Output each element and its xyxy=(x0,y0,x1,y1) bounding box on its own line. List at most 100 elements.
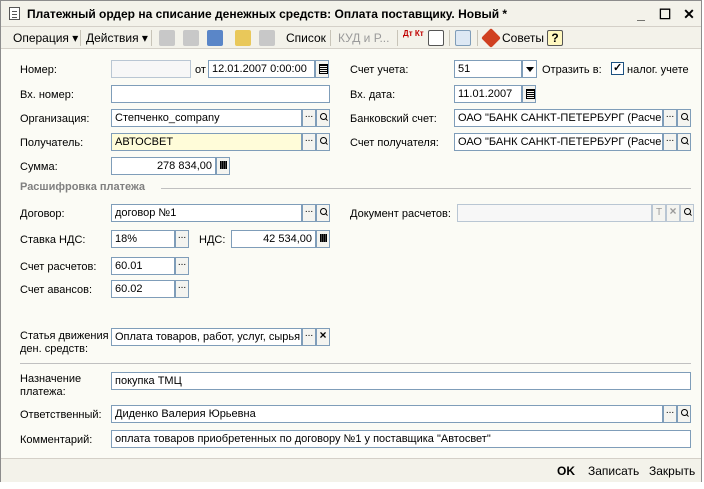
organization-label: Организация: xyxy=(20,113,90,125)
copy-icon[interactable] xyxy=(183,30,199,46)
calculator-icon[interactable] xyxy=(316,230,330,248)
ok-button[interactable]: OK xyxy=(557,463,575,479)
structure-icon[interactable] xyxy=(455,30,471,46)
advice-button[interactable]: Советы xyxy=(502,29,544,47)
cashflow-label: Статья движения xyxy=(20,330,109,342)
vat-field[interactable]: 42 534,00 xyxy=(231,230,316,248)
post-icon[interactable] xyxy=(235,30,251,46)
save-button[interactable]: Записать xyxy=(588,463,639,479)
in-number-field[interactable] xyxy=(111,85,330,103)
dtkt-icon[interactable]: Дт Кт xyxy=(403,29,424,47)
toolbar-separator xyxy=(397,30,398,46)
vat-rate-label: Ставка НДС: xyxy=(20,234,86,246)
advance-account-field[interactable]: 60.02 xyxy=(111,280,175,298)
tax-accounting-checkbox[interactable] xyxy=(611,61,624,75)
search-icon[interactable] xyxy=(677,109,691,127)
document-icon xyxy=(9,7,20,20)
section-title: Расшифровка платежа xyxy=(20,181,146,193)
sum-field[interactable]: 278 834,00 xyxy=(111,157,216,175)
kudir-button[interactable]: КУД и Р... xyxy=(338,29,389,47)
close-form-button[interactable]: Закрыть xyxy=(649,463,695,479)
responsible-field[interactable]: Диденко Валерия Юрьевна xyxy=(111,405,663,423)
help-button[interactable]: ? xyxy=(547,30,563,46)
purpose-label: Назначение xyxy=(20,373,82,385)
clear-icon[interactable] xyxy=(666,204,680,222)
settlement-account-field[interactable]: 60.01 xyxy=(111,257,175,275)
tax-accounting-label: налог. учете xyxy=(627,64,689,76)
type-icon[interactable]: T xyxy=(652,204,666,222)
chevron-down-icon[interactable] xyxy=(522,60,537,78)
contract-label: Договор: xyxy=(20,208,65,220)
comment-label: Комментарий: xyxy=(20,434,93,446)
close-button[interactable]: ✕ xyxy=(681,6,697,22)
clear-icon[interactable] xyxy=(316,328,330,346)
account-field[interactable]: 51 xyxy=(454,60,522,78)
number-label: Номер: xyxy=(20,64,57,76)
in-date-field[interactable]: 11.01.2007 xyxy=(454,85,522,103)
cashflow-label-2: ден. средств: xyxy=(20,343,89,355)
select-button[interactable] xyxy=(302,328,316,346)
select-button[interactable] xyxy=(302,109,316,127)
select-button[interactable] xyxy=(175,280,189,298)
purpose-field[interactable]: покупка ТМЦ xyxy=(111,372,691,390)
add-icon[interactable] xyxy=(159,30,175,46)
search-icon[interactable] xyxy=(677,405,691,423)
select-button[interactable] xyxy=(175,257,189,275)
calendar-icon[interactable] xyxy=(315,60,329,78)
from-label: от xyxy=(195,64,206,76)
title-bar: Платежный ордер на списание денежных сре… xyxy=(1,1,701,27)
search-icon[interactable] xyxy=(316,204,330,222)
account-label: Счет учета: xyxy=(350,64,409,76)
search-icon[interactable] xyxy=(316,133,330,151)
bank-account-field[interactable]: ОАО "БАНК САНКТ-ПЕТЕРБУРГ (Расче xyxy=(454,109,663,127)
vat-rate-field[interactable]: 18% xyxy=(111,230,175,248)
number-field[interactable] xyxy=(111,60,191,78)
actions-menu[interactable]: Действия ▾ xyxy=(86,29,148,47)
divider xyxy=(20,363,691,364)
toolbar: Операция ▾ Действия ▾ Список КУД и Р... … xyxy=(1,27,701,49)
vat-label: НДС: xyxy=(199,234,226,246)
toolbar-separator xyxy=(449,30,450,46)
unpost-icon[interactable] xyxy=(259,30,275,46)
toolbar-separator xyxy=(151,30,152,46)
in-number-label: Вх. номер: xyxy=(20,89,74,101)
in-date-label: Вх. дата: xyxy=(350,89,396,101)
cashflow-field[interactable]: Оплата товаров, работ, услуг, сырья xyxy=(111,328,302,346)
calculator-icon[interactable] xyxy=(216,157,230,175)
reflect-label: Отразить в: xyxy=(542,64,602,76)
select-button[interactable] xyxy=(663,109,677,127)
sum-label: Сумма: xyxy=(20,161,58,173)
select-button[interactable] xyxy=(663,133,677,151)
select-button[interactable] xyxy=(663,405,677,423)
window-title: Платежный ордер на списание денежных сре… xyxy=(27,7,508,21)
maximize-button[interactable]: ☐ xyxy=(657,6,673,22)
recipient-account-field[interactable]: ОАО "БАНК САНКТ-ПЕТЕРБУРГ (Расче xyxy=(454,133,663,151)
settlement-doc-label: Документ расчетов: xyxy=(350,208,451,220)
date-field[interactable]: 12.01.2007 0:00:00 xyxy=(208,60,315,78)
refresh-icon[interactable] xyxy=(207,30,223,46)
select-button[interactable] xyxy=(302,204,316,222)
search-icon[interactable] xyxy=(680,204,694,222)
comment-field[interactable]: оплата товаров приобретенных по договору… xyxy=(111,430,691,448)
settlement-doc-field[interactable] xyxy=(457,204,652,222)
organization-field[interactable]: Степченко_company xyxy=(111,109,302,127)
recipient-label: Получатель: xyxy=(20,137,84,149)
contract-field[interactable]: договор №1 xyxy=(111,204,302,222)
list-button[interactable]: Список xyxy=(286,29,326,47)
report-icon[interactable] xyxy=(428,30,444,46)
purpose-label-2: платежа: xyxy=(20,386,66,398)
calendar-icon[interactable] xyxy=(522,85,536,103)
document-window: Платежный ордер на списание денежных сре… xyxy=(0,0,702,482)
bank-account-label: Банковский счет: xyxy=(350,113,437,125)
search-icon[interactable] xyxy=(316,109,330,127)
search-icon[interactable] xyxy=(677,133,691,151)
recipient-field[interactable]: АВТОСВЕТ xyxy=(111,133,302,151)
operation-menu[interactable]: Операция ▾ xyxy=(13,29,78,47)
responsible-label: Ответственный: xyxy=(20,409,102,421)
toolbar-separator xyxy=(477,30,478,46)
minimize-button[interactable]: _ xyxy=(633,6,649,22)
advice-icon xyxy=(481,28,501,48)
recipient-account-label: Счет получателя: xyxy=(350,137,439,149)
select-button[interactable] xyxy=(175,230,189,248)
select-button[interactable] xyxy=(302,133,316,151)
